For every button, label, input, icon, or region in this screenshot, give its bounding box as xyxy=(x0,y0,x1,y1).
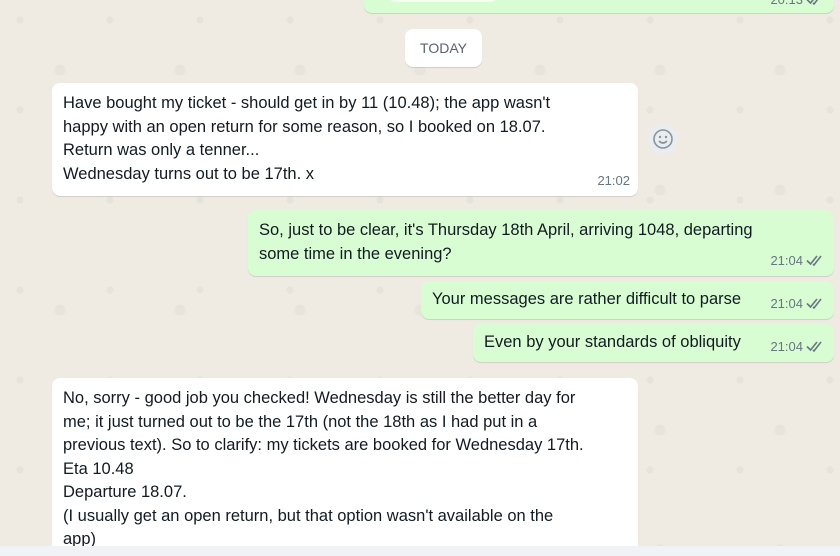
emoji-react-icon[interactable] xyxy=(648,124,678,154)
message-time: 21:04 xyxy=(770,252,803,268)
message-meta: 21:02 xyxy=(597,169,630,193)
message-time: 21:02 xyxy=(597,172,630,188)
double-check-icon xyxy=(806,298,822,310)
smiley-icon xyxy=(653,129,673,149)
message-outgoing-partial[interactable]: 20:13 xyxy=(364,0,834,13)
message-outgoing[interactable]: So, just to be clear, it's Thursday 18th… xyxy=(248,210,834,276)
composer-edge xyxy=(0,546,840,556)
message-outgoing[interactable]: Your messages are rather difficult to pa… xyxy=(421,281,834,319)
message-incoming[interactable]: Have bought my ticket - should get in by… xyxy=(52,83,638,196)
message-time: 21:04 xyxy=(770,338,803,354)
double-check-icon xyxy=(806,0,819,6)
message-meta: 21:04 xyxy=(770,335,826,359)
message-image-frame xyxy=(388,0,498,2)
message-text: No, sorry - good job you checked! Wednes… xyxy=(63,389,584,548)
message-meta: 21:04 xyxy=(770,292,826,316)
chat-area: 20:13 TODAY Have bought my ticket - shou… xyxy=(0,0,840,556)
message-incoming[interactable]: No, sorry - good job you checked! Wednes… xyxy=(52,378,638,556)
message-time: 21:04 xyxy=(770,295,803,311)
day-divider: TODAY xyxy=(405,29,482,67)
message-time: 20:13 xyxy=(770,0,803,11)
message-text: Your messages are rather difficult to pa… xyxy=(432,290,742,308)
double-check-icon xyxy=(806,341,822,353)
message-text: Have bought my ticket - should get in by… xyxy=(63,94,551,183)
message-text: So, just to be clear, it's Thursday 18th… xyxy=(259,221,753,263)
message-outgoing[interactable]: Even by your standards of obliquity 21:0… xyxy=(473,324,834,362)
message-meta: 20:13 xyxy=(770,0,826,11)
message-meta: 21:04 xyxy=(770,249,826,273)
double-check-icon xyxy=(806,255,822,267)
